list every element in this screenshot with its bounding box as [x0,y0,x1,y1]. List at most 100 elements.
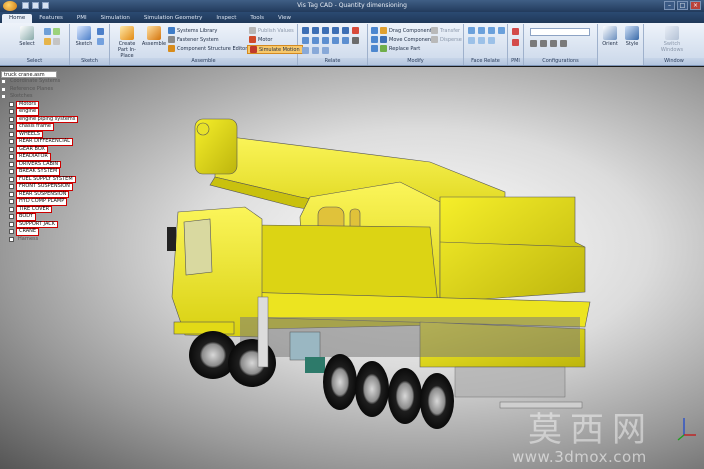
tree-item[interactable]: Coordinate Systems [1,78,93,86]
config-apply-icon[interactable] [540,40,547,47]
tree-item[interactable]: Reference Planes [1,86,93,94]
connect-icon[interactable] [332,27,339,34]
tab-inspect[interactable]: Inspect [209,14,243,23]
tree-root[interactable]: truck crane.asm [1,71,57,78]
mate-icon[interactable] [302,27,309,34]
visibility-checkbox[interactable] [9,161,14,167]
select-filter-icon[interactable] [44,28,51,35]
tangent-icon[interactable] [302,37,309,44]
visibility-checkbox[interactable] [9,131,14,137]
simulate-motion-button[interactable]: Simulate Motion [247,45,303,54]
parallel-icon[interactable] [322,37,329,44]
tree-item[interactable]: engine piping systems [1,115,93,123]
tab-home[interactable]: Home [2,14,33,23]
sketch-button[interactable]: Sketch [74,26,94,47]
replace-part-button[interactable]: Replace Part [380,45,420,52]
visibility-checkbox[interactable] [9,176,14,182]
face-icon-d[interactable] [498,27,505,34]
face-icon-c[interactable] [488,27,495,34]
tab-tools[interactable]: Tools [243,14,271,23]
flash-fit-icon[interactable] [322,47,329,54]
tab-simulation[interactable]: Simulation [94,14,137,23]
modify-icon-b[interactable] [371,36,378,43]
visibility-checkbox[interactable] [9,184,14,190]
tree-item[interactable]: chasis frame [1,123,93,131]
motor-button[interactable]: Motor [249,36,272,43]
tree-item[interactable]: DRIVERS CABIN [1,160,93,168]
face-icon-b[interactable] [478,27,485,34]
align-icon[interactable] [312,27,319,34]
config-save-icon[interactable] [530,40,537,47]
tree-item[interactable]: Sketches [1,93,93,101]
assemble-button[interactable]: Assemble [141,26,167,47]
fastener-system-button[interactable]: Fastener System [168,36,219,43]
view-triad[interactable] [676,415,698,441]
tab-simulation-geometry[interactable]: Simulation Geometry [137,14,209,23]
expand-toggle[interactable] [1,86,6,92]
visibility-checkbox[interactable] [9,229,14,235]
tree-item[interactable]: Motors [1,100,93,108]
minimize-icon[interactable]: – [664,1,675,10]
close-icon[interactable]: × [690,1,701,10]
visibility-checkbox[interactable] [9,214,14,220]
tree-item[interactable]: BODY [1,213,93,221]
tree-item[interactable]: FRONT SUSPENSION [1,183,93,191]
select-window-icon[interactable] [53,28,60,35]
visibility-checkbox[interactable] [9,206,14,212]
face-icon-a[interactable] [468,27,475,34]
expand-toggle[interactable] [1,94,6,100]
switch-windows-button[interactable]: Switch Windows [654,26,690,53]
graphics-viewport[interactable]: truck crane.asm Coordinate Systems Refere… [0,67,704,469]
tree-item[interactable]: GEAR BOX [1,145,93,153]
face-icon-f[interactable] [478,37,485,44]
config-delete-icon[interactable] [550,40,557,47]
tree-item[interactable]: CRANE [1,228,93,236]
center-plane-icon[interactable] [302,47,309,54]
face-icon-g[interactable] [488,37,495,44]
face-icon-e[interactable] [468,37,475,44]
pmi-annotation-icon[interactable] [512,39,519,46]
disperse-button[interactable]: Disperse [431,36,462,43]
match-cs-icon[interactable] [312,47,319,54]
tab-view[interactable]: View [271,14,298,23]
expand-toggle[interactable] [1,79,6,85]
visibility-checkbox[interactable] [9,221,14,227]
gear-relate-icon[interactable] [352,27,359,34]
visibility-checkbox[interactable] [9,169,14,175]
maximize-icon[interactable]: □ [677,1,688,10]
tree-item[interactable]: REAR DIFFERENCIAL [1,138,93,146]
configuration-dropdown[interactable] [530,28,590,36]
tree-item[interactable]: BREAK SYSTEM [1,168,93,176]
config-options-icon[interactable] [560,40,567,47]
tab-features[interactable]: Features [32,14,70,23]
cam-icon[interactable] [312,37,319,44]
modify-icon-c[interactable] [371,45,378,52]
create-part-in-place-button[interactable]: Create Part In-Place [113,26,141,59]
pmi-dimension-icon[interactable] [512,28,519,35]
tree-item[interactable]: FUEL SUPPLY SYSTEM [1,175,93,183]
visibility-checkbox[interactable] [9,154,14,160]
visibility-checkbox[interactable] [9,236,14,242]
tree-item[interactable]: HYD COMP PLAMP [1,198,93,206]
tree-item[interactable]: TIRE COVER [1,205,93,213]
angle-icon[interactable] [342,27,349,34]
component-structure-editor-button[interactable]: Component Structure Editor [168,45,247,52]
style-button[interactable]: Style [622,26,642,47]
systems-library-button[interactable]: Systems Library [168,27,217,34]
visibility-checkbox[interactable] [9,116,14,122]
path-icon[interactable] [332,37,339,44]
tree-item[interactable]: READIATOR [1,153,93,161]
visibility-checkbox[interactable] [9,191,14,197]
select-all-icon[interactable] [44,38,51,45]
line-icon[interactable] [97,28,104,35]
rigid-icon[interactable] [342,37,349,44]
tree-item[interactable]: engine [1,108,93,116]
tree-item[interactable]: WHEELS [1,130,93,138]
publish-variables-button[interactable]: Publish Values [249,27,294,34]
move-components-button[interactable]: Move Components [380,36,436,43]
tree-item[interactable]: SUPPORT JACK [1,220,93,228]
insert-icon[interactable] [322,27,329,34]
transfer-button[interactable]: Transfer [431,27,460,34]
tab-pmi[interactable]: PMI [70,14,94,23]
orient-button[interactable]: Orient [600,26,620,47]
